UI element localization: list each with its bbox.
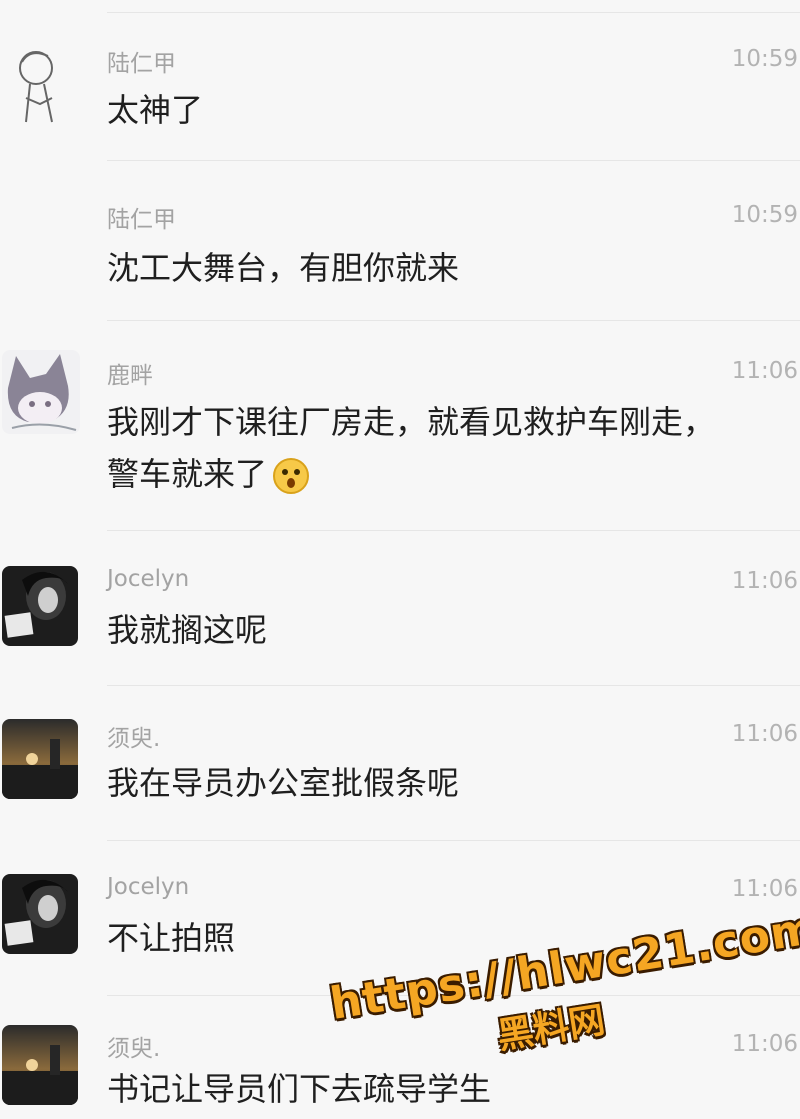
message-item[interactable]: Jocelyn 11:06 我就搁这呢 [0,530,800,685]
message-time: 10:59 [731,46,798,72]
sender-name: 须臾. [107,726,161,752]
message-time: 10:59 [731,202,798,228]
divider [107,685,800,686]
message-text: 书记让导员们下去疏导学生 [107,1070,492,1108]
message-item[interactable]: 须臾. 11:06 书记让导员们下去疏导学生 [0,995,800,1119]
message-time: 11:06 [731,721,798,747]
message-time: 11:06 [731,358,798,384]
message-time: 11:06 [731,1031,798,1057]
sender-name: Jocelyn [107,874,190,900]
message-item[interactable]: 陆仁甲 10:59 太神了 [0,0,800,160]
divider [107,530,800,531]
sender-name: Jocelyn [107,566,190,592]
sender-name: 陆仁甲 [107,51,176,77]
dark-photo-person-avatar[interactable] [2,874,78,954]
divider [107,840,800,841]
divider [107,12,800,13]
sender-name: 陆仁甲 [107,207,176,233]
sunset-photo-avatar[interactable] [2,1025,78,1105]
sunset-photo-avatar[interactable] [2,719,78,799]
message-time: 11:06 [731,876,798,902]
message-item[interactable]: 须臾. 11:06 我在导员办公室批假条呢 [0,685,800,840]
dark-photo-person-avatar[interactable] [2,566,78,646]
message-item[interactable]: 陆仁甲 10:59 沈工大舞台，有胆你就来 [0,160,800,320]
message-text: 我在导员办公室批假条呢 [107,764,460,802]
avatar-photo [2,566,78,646]
avatar-photo [2,874,78,954]
sender-name: 须臾. [107,1036,161,1062]
message-time: 11:06 [731,568,798,594]
avatar-photo [2,1025,78,1105]
message-item[interactable]: 鹿畔 11:06 我刚才下课往厂房走，就看见救护车刚走， 警车就来了 [0,320,800,530]
sender-name: 鹿畔 [107,363,153,389]
surprised-emoji-icon [271,456,311,496]
message-text: 我刚才下课往厂房走，就看见救护车刚走， 警车就来了 [107,396,780,500]
chat-message-list: 陆仁甲 10:59 太神了 陆仁甲 10:59 沈工大舞台，有胆你就来 鹿畔 1… [0,0,800,1119]
message-text: 不让拍照 [107,919,236,957]
divider [107,160,800,161]
line-drawing-boy-avatar[interactable] [8,42,68,132]
message-text: 沈工大舞台，有胆你就来 [107,249,460,287]
message-item[interactable]: Jocelyn 11:06 不让拍照 [0,840,800,995]
avatar-drawing [19,51,53,123]
divider [107,320,800,321]
divider [107,995,800,996]
message-text-line: 警车就来了 [107,448,780,500]
message-text: 太神了 [107,91,204,129]
cat-ear-anime-avatar[interactable] [2,350,80,434]
avatar-photo [2,719,78,799]
message-text-fragment: 警车就来了 [107,455,268,493]
message-text: 我就搁这呢 [107,611,268,649]
message-text-line: 我刚才下课往厂房走，就看见救护车刚走， [107,403,716,441]
avatar-drawing [2,350,80,434]
